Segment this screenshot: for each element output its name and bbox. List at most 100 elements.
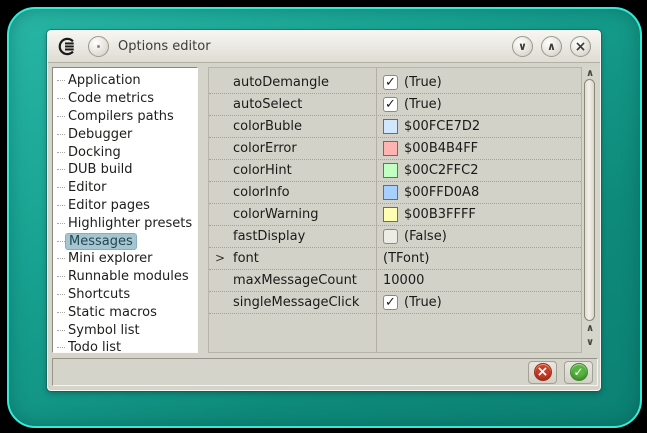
checkbox-checked-icon[interactable]: ✓ <box>383 97 398 112</box>
property-name: colorWarning <box>233 207 376 222</box>
scroll-up-icon[interactable]: ∧ <box>582 322 598 335</box>
property-row-font[interactable]: font (TFont) <box>209 248 581 270</box>
property-row-fastDisplay[interactable]: fastDisplay (False) <box>209 226 581 248</box>
property-name: autoDemangle <box>233 75 376 90</box>
tree-twig-icon <box>57 152 65 153</box>
property-row-colorWarning[interactable]: colorWarning $00B3FFFF <box>209 204 581 226</box>
property-value: (True) <box>404 295 442 310</box>
sidebar-item-static-macros[interactable]: Static macros <box>53 303 197 321</box>
vertical-scrollbar[interactable]: ∧ ∧ ∨ <box>582 67 598 353</box>
sidebar-item-todo-list[interactable]: Todo list <box>53 339 197 353</box>
property-row-colorBuble[interactable]: colorBuble $00FCE7D2 <box>209 116 581 138</box>
sidebar-splitter[interactable] <box>198 67 208 353</box>
sidebar-item-label-selected: Messages <box>65 233 137 250</box>
color-swatch[interactable] <box>383 185 398 200</box>
sidebar-item-editor-pages[interactable]: Editor pages <box>53 197 197 215</box>
tree-twig-icon <box>57 205 65 206</box>
tree-twig-icon <box>57 258 65 259</box>
coedit-logo-icon <box>57 37 79 57</box>
window-controls: ∨ ∧ × <box>512 36 591 57</box>
sidebar-item-label: Mini explorer <box>68 251 153 266</box>
options-editor-window: Options editor ∨ ∧ × Application Code me… <box>47 30 601 391</box>
window-menu-dot-icon <box>97 45 100 48</box>
sidebar-item-label: Todo list <box>68 340 121 353</box>
accept-check-icon: ✓ <box>570 363 588 381</box>
property-row-colorHint[interactable]: colorHint $00C2FFC2 <box>209 160 581 182</box>
sidebar-item-label: Runnable modules <box>68 269 189 284</box>
property-row-maxMessageCount[interactable]: maxMessageCount 10000 <box>209 270 581 292</box>
sidebar-item-runnable-modules[interactable]: Runnable modules <box>53 268 197 286</box>
sidebar-item-label: Shortcuts <box>68 287 130 302</box>
sidebar-item-dub-build[interactable]: DUB build <box>53 161 197 179</box>
sidebar-item-compilers-paths[interactable]: Compilers paths <box>53 108 197 126</box>
property-row-autoSelect[interactable]: autoSelect ✓ (True) <box>209 94 581 116</box>
tree-twig-icon <box>57 98 65 99</box>
unshade-button[interactable]: ∧ <box>541 36 562 57</box>
shade-button[interactable]: ∨ <box>512 36 533 57</box>
color-swatch[interactable] <box>383 141 398 156</box>
cancel-button[interactable]: × <box>528 361 557 384</box>
property-name: colorBuble <box>233 119 376 134</box>
property-row-colorError[interactable]: colorError $00B4B4FF <box>209 138 581 160</box>
property-name: fastDisplay <box>233 229 376 244</box>
property-value: $00B4B4FF <box>404 141 478 156</box>
sidebar-item-editor[interactable]: Editor <box>53 179 197 197</box>
close-icon: × <box>575 40 587 54</box>
tree-twig-icon <box>57 116 65 117</box>
content-area: Application Code metrics Compilers paths… <box>52 67 598 353</box>
sidebar-item-application[interactable]: Application <box>53 72 197 90</box>
sidebar-item-docking[interactable]: Docking <box>53 143 197 161</box>
property-value: (False) <box>404 229 447 244</box>
color-swatch[interactable] <box>383 119 398 134</box>
property-value: (TFont) <box>383 251 429 266</box>
sidebar-item-mini-explorer[interactable]: Mini explorer <box>53 250 197 268</box>
sidebar-item-shortcuts[interactable]: Shortcuts <box>53 286 197 304</box>
sidebar-item-code-metrics[interactable]: Code metrics <box>53 90 197 108</box>
footer-bar: × ✓ <box>52 358 598 386</box>
property-row-colorInfo[interactable]: colorInfo $00FFD0A8 <box>209 182 581 204</box>
sidebar-item-label: Docking <box>68 145 121 160</box>
property-rows: autoDemangle ✓(True) autoSelect ✓(True) … <box>209 72 581 314</box>
sidebar-item-label: Static macros <box>68 305 157 320</box>
checkbox-checked-icon[interactable]: ✓ <box>383 75 398 90</box>
property-name: colorHint <box>233 163 376 178</box>
sidebar-item-label: Compilers paths <box>68 109 174 124</box>
accept-button[interactable]: ✓ <box>564 361 593 384</box>
property-value: (True) <box>404 97 442 112</box>
tree-twig-icon <box>57 169 65 170</box>
sidebar-item-messages[interactable]: Messages <box>53 232 197 250</box>
sidebar-item-label: Symbol list <box>68 323 140 338</box>
color-swatch[interactable] <box>383 163 398 178</box>
property-row-autoDemangle[interactable]: autoDemangle ✓(True) <box>209 72 581 94</box>
property-row-singleMessageClick[interactable]: singleMessageClick ✓(True) <box>209 292 581 314</box>
tree-twig-icon <box>57 80 65 81</box>
window-title: Options editor <box>118 39 503 54</box>
checkbox-checked-icon[interactable]: ✓ <box>383 295 398 310</box>
tree-twig-icon <box>57 134 65 135</box>
sidebar-item-highlighter-presets[interactable]: Highlighter presets <box>53 214 197 232</box>
cancel-x-icon: × <box>534 363 552 381</box>
sidebar-item-debugger[interactable]: Debugger <box>53 125 197 143</box>
title-bar[interactable]: Options editor ∨ ∧ × <box>48 31 600 63</box>
tree-twig-icon <box>57 330 65 331</box>
tree-twig-icon <box>57 312 65 313</box>
window-menu-button[interactable] <box>88 36 109 57</box>
checkbox-unchecked-icon[interactable] <box>383 229 398 244</box>
scrollbar-thumb[interactable] <box>584 79 595 321</box>
property-grid[interactable]: > autoDemangle ✓(True) autoSelect ✓(True… <box>208 67 582 353</box>
sidebar-item-label: DUB build <box>68 162 133 177</box>
tree-twig-icon <box>57 241 65 242</box>
scroll-down-icon[interactable]: ∨ <box>582 336 598 349</box>
sidebar-item-symbol-list[interactable]: Symbol list <box>53 321 197 339</box>
sidebar-item-label: Code metrics <box>68 91 154 106</box>
sidebar-item-label: Application <box>68 73 141 88</box>
property-value: $00FCE7D2 <box>404 119 480 134</box>
sidebar-tree[interactable]: Application Code metrics Compilers paths… <box>52 67 198 353</box>
chevron-down-icon: ∨ <box>518 41 527 52</box>
color-swatch[interactable] <box>383 207 398 222</box>
property-name: autoSelect <box>233 97 376 112</box>
close-button[interactable]: × <box>570 36 591 57</box>
sidebar-item-label: Editor pages <box>68 198 150 213</box>
tree-twig-icon <box>57 276 65 277</box>
property-value: 10000 <box>383 273 424 288</box>
